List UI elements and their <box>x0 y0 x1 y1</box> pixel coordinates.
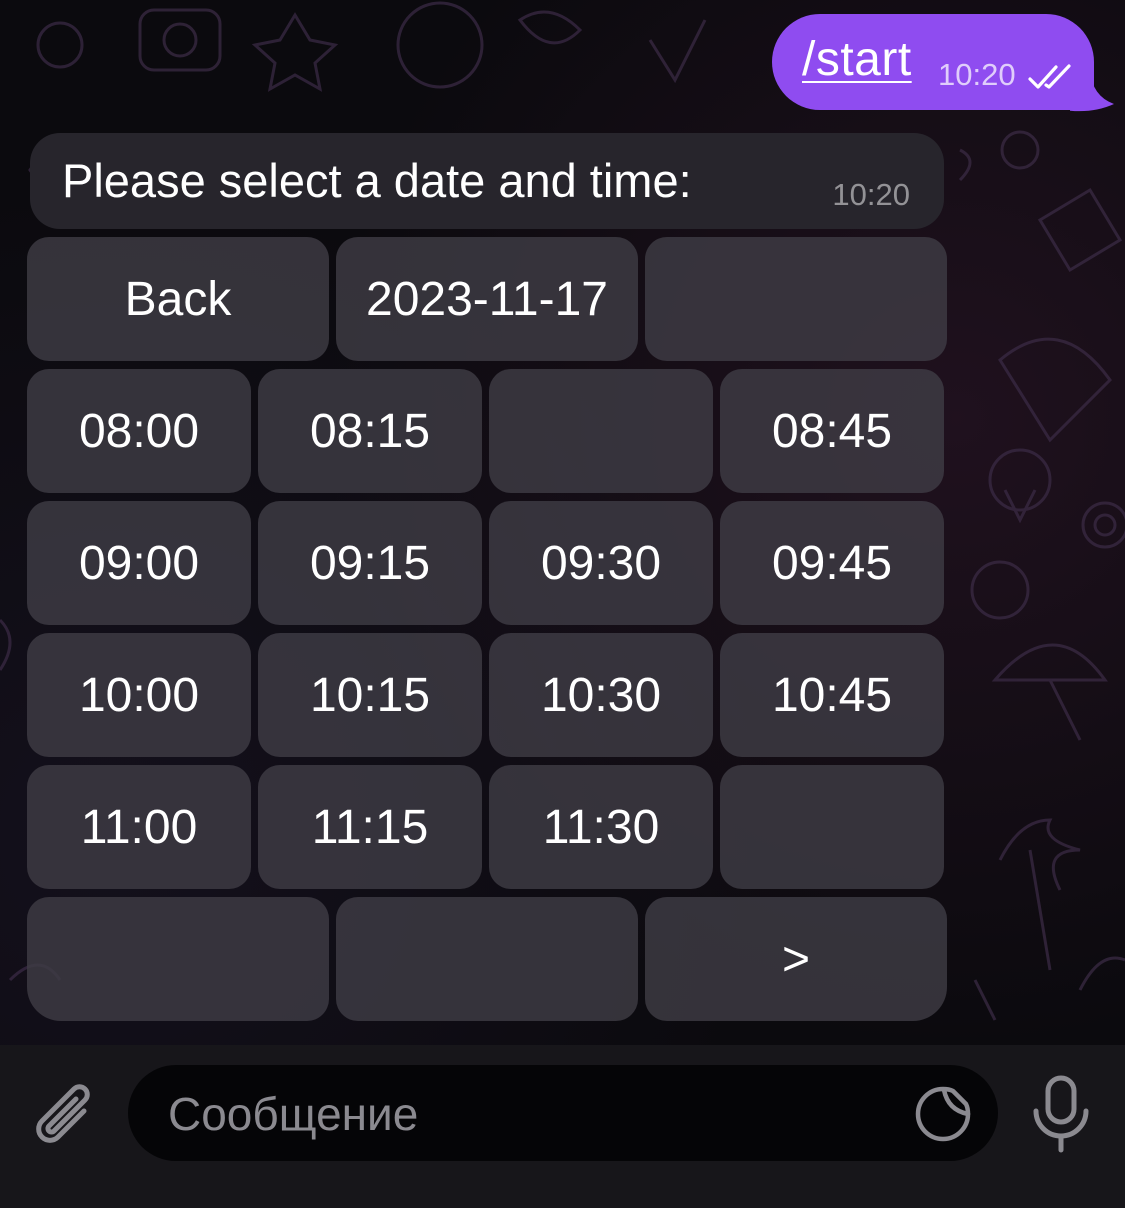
keyboard-row-3: 09:00 09:15 09:30 09:45 <box>27 501 944 625</box>
time-button-1130[interactable]: 11:30 <box>489 765 713 889</box>
time-button-0815[interactable]: 08:15 <box>258 369 482 493</box>
date-button[interactable]: 2023-11-17 <box>336 237 638 361</box>
message-input-placeholder: Сообщение <box>168 1088 419 1140</box>
keyboard-row-5: 11:00 11:15 11:30 <box>27 765 944 889</box>
time-button-1015[interactable]: 10:15 <box>258 633 482 757</box>
time-button-0900[interactable]: 09:00 <box>27 501 251 625</box>
time-button-1030[interactable]: 10:30 <box>489 633 713 757</box>
empty-button[interactable] <box>645 237 947 361</box>
time-button-0930[interactable]: 09:30 <box>489 501 713 625</box>
back-button[interactable]: Back <box>27 237 329 361</box>
double-check-icon <box>1028 64 1071 89</box>
keyboard-row-4: 10:00 10:15 10:30 10:45 <box>27 633 944 757</box>
time-button-1100[interactable]: 11:00 <box>27 765 251 889</box>
microphone-icon[interactable] <box>1030 1075 1092 1153</box>
bubble-tail <box>1070 70 1114 112</box>
time-button-0800[interactable]: 08:00 <box>27 369 251 493</box>
outgoing-message-time: 10:20 <box>938 57 1016 92</box>
paperclip-icon[interactable] <box>30 1075 100 1151</box>
outgoing-message-bubble: /start 10:20 <box>772 14 1094 110</box>
incoming-message-time: 10:20 <box>832 177 910 212</box>
time-button-0845[interactable]: 08:45 <box>720 369 944 493</box>
time-button-1000[interactable]: 10:00 <box>27 633 251 757</box>
start-command-link[interactable]: /start <box>802 32 912 87</box>
empty-time-button[interactable] <box>489 369 713 493</box>
sticker-icon[interactable] <box>914 1085 972 1143</box>
incoming-message-bubble: Please select a date and time: 10:20 <box>30 133 944 229</box>
next-page-button[interactable]: > <box>645 897 947 1021</box>
empty-nav-button[interactable] <box>27 897 329 1021</box>
message-composer: Сообщение <box>0 1045 1125 1208</box>
message-input[interactable]: Сообщение <box>128 1065 998 1161</box>
incoming-message-text: Please select a date and time: <box>62 154 692 207</box>
time-button-1115[interactable]: 11:15 <box>258 765 482 889</box>
keyboard-row-1: Back 2023-11-17 <box>27 237 947 361</box>
empty-time-button[interactable] <box>720 765 944 889</box>
time-button-0945[interactable]: 09:45 <box>720 501 944 625</box>
empty-nav-button[interactable] <box>336 897 638 1021</box>
time-button-0915[interactable]: 09:15 <box>258 501 482 625</box>
keyboard-row-6: > <box>27 897 947 1021</box>
time-button-1045[interactable]: 10:45 <box>720 633 944 757</box>
keyboard-row-2: 08:00 08:15 08:45 <box>27 369 944 493</box>
